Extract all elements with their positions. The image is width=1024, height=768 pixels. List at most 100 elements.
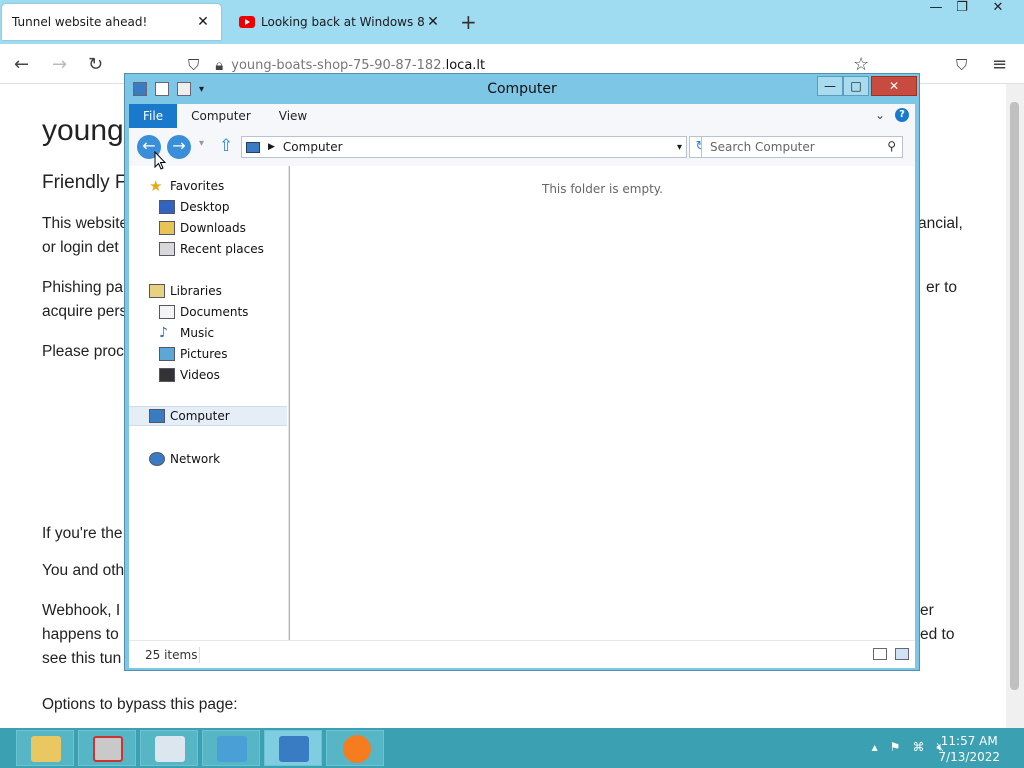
computer-icon	[279, 736, 309, 762]
documents-icon	[159, 305, 175, 319]
explorer-title-bar[interactable]: ▾ Computer — □ ✕	[125, 74, 919, 104]
forward-arrow-icon[interactable]: →	[52, 54, 67, 75]
help-icon[interactable]: ?	[895, 108, 909, 122]
folder-icon	[31, 736, 61, 762]
status-bar: 25 items	[129, 640, 915, 668]
close-button[interactable]: ✕	[871, 76, 917, 96]
download-tray-icon	[217, 736, 247, 762]
nav-pictures[interactable]: Pictures	[129, 344, 287, 364]
page-text: see this tun	[42, 650, 122, 667]
star-icon: ★	[149, 177, 163, 195]
nav-label: Computer	[170, 409, 230, 423]
nav-music[interactable]: ♪ Music	[129, 323, 287, 343]
nav-computer[interactable]: Computer	[129, 406, 287, 426]
page-text: If you're the	[42, 525, 123, 542]
nav-videos[interactable]: Videos	[129, 365, 287, 385]
tray-expand-icon[interactable]: ▴	[872, 740, 878, 755]
taskbar-app-2[interactable]	[78, 730, 136, 766]
nav-label: Music	[180, 326, 215, 340]
shield-icon[interactable]: ⛉	[188, 56, 199, 74]
page-text-fragment: er	[920, 602, 934, 619]
page-text: Options to bypass this page:	[42, 696, 238, 713]
search-placeholder: Search Computer	[710, 140, 815, 154]
address-dropdown-icon[interactable]: ▾	[677, 142, 682, 153]
taskbar: ▴ ⚑ ⌘ 🔇︎ 11:57 AM 7/13/2022	[0, 728, 1024, 768]
close-tab-icon[interactable]: ✕	[425, 14, 441, 30]
minimize-button[interactable]: —	[817, 76, 843, 96]
nav-label: Libraries	[170, 284, 222, 298]
start-area[interactable]	[0, 728, 16, 768]
tab-view[interactable]: View	[265, 104, 321, 128]
page-text: acquire pers	[42, 303, 128, 320]
page-text: or login det	[42, 239, 119, 256]
new-tab-button[interactable]: +	[460, 10, 477, 34]
recent-locations-icon[interactable]: ▾	[199, 138, 204, 149]
pictures-icon	[159, 347, 175, 361]
tab-computer[interactable]: Computer	[177, 104, 265, 128]
nav-label: Recent places	[180, 242, 264, 256]
action-center-icon[interactable]: ⚑	[890, 740, 901, 755]
page-text-fragment: ancial,	[918, 215, 963, 232]
bookmark-star-icon[interactable]: ☆	[853, 54, 869, 75]
minimize-icon[interactable]: —	[922, 0, 950, 20]
close-window-icon[interactable]: ✕	[984, 0, 1012, 20]
tab-title: Looking back at Windows 8 Rel	[261, 15, 425, 29]
nav-desktop[interactable]: Desktop	[129, 197, 287, 217]
back-arrow-icon[interactable]: ←	[14, 54, 29, 75]
network-icon	[149, 452, 165, 466]
browser-tab-bar: Tunnel website ahead! ✕ Looking back at …	[0, 0, 1024, 44]
nav-documents[interactable]: Documents	[129, 302, 287, 322]
lock-icon[interactable]: 🔒︎	[215, 56, 223, 74]
forward-button[interactable]: →	[167, 135, 191, 159]
clock[interactable]: 11:57 AM 7/13/2022	[938, 733, 1000, 765]
address-toolbar: ← → ▾ ⇧ ▶ Computer ▾ ↻ Search Computer ⚲	[129, 128, 915, 166]
up-arrow-icon[interactable]: ⇧	[219, 136, 233, 156]
libraries-icon	[149, 284, 165, 298]
url-domain: loca.lt	[445, 57, 486, 73]
page-text: You and oth	[42, 562, 125, 579]
nav-downloads[interactable]: Downloads	[129, 218, 287, 238]
firefox-icon	[343, 735, 371, 763]
pocket-icon[interactable]: ⛉	[956, 56, 967, 74]
page-text: happens to	[42, 626, 119, 643]
large-icons-view-icon[interactable]	[895, 648, 909, 660]
network-tray-icon[interactable]: ⌘	[912, 740, 924, 755]
page-scrollbar[interactable]	[1006, 84, 1024, 728]
expand-ribbon-icon[interactable]: ⌄	[875, 108, 885, 122]
taskbar-app-4[interactable]	[202, 730, 260, 766]
maximize-button[interactable]: □	[843, 76, 869, 96]
tab-tunnel-website[interactable]: Tunnel website ahead! ✕	[2, 4, 221, 40]
nav-label: Favorites	[170, 179, 225, 193]
app-error-icon	[93, 736, 123, 762]
tab-windows-8[interactable]: Looking back at Windows 8 Rel ✕	[229, 4, 451, 40]
breadcrumb-chevron-icon[interactable]: ▶	[268, 142, 275, 152]
page-heading: young	[42, 114, 124, 147]
tab-file[interactable]: File	[129, 104, 178, 128]
nav-label: Desktop	[180, 200, 230, 214]
status-separator	[199, 647, 200, 663]
reload-icon[interactable]: ↻	[88, 54, 103, 75]
restore-icon[interactable]: ❐	[948, 0, 976, 20]
address-input[interactable]: ▶ Computer ▾	[241, 136, 687, 158]
url-prefix: young-boats-shop-75-90-87-182.	[231, 57, 446, 73]
computer-icon	[246, 141, 260, 153]
nav-network[interactable]: Network	[129, 449, 287, 469]
taskbar-firefox[interactable]	[326, 730, 384, 766]
file-list-pane[interactable]: This folder is empty.	[290, 166, 915, 640]
nav-label: Pictures	[180, 347, 228, 361]
nav-libraries[interactable]: Libraries	[129, 281, 287, 301]
navigation-pane: ★ Favorites Desktop Downloads Recent plac…	[129, 166, 289, 640]
search-icon[interactable]: ⚲	[887, 139, 896, 153]
search-input[interactable]: Search Computer ⚲	[701, 136, 903, 158]
page-text: Webhook, I	[42, 602, 121, 619]
details-view-icon[interactable]	[873, 648, 887, 660]
scrollbar-thumb[interactable]	[1010, 102, 1019, 690]
taskbar-app-3[interactable]	[140, 730, 198, 766]
videos-icon	[159, 368, 175, 382]
menu-icon[interactable]: ≡	[992, 54, 1007, 75]
nav-favorites[interactable]: ★ Favorites	[129, 176, 287, 196]
close-tab-icon[interactable]: ✕	[195, 14, 211, 30]
taskbar-explorer-active[interactable]	[264, 730, 322, 766]
nav-recent-places[interactable]: Recent places	[129, 239, 287, 259]
taskbar-file-explorer[interactable]	[16, 730, 74, 766]
